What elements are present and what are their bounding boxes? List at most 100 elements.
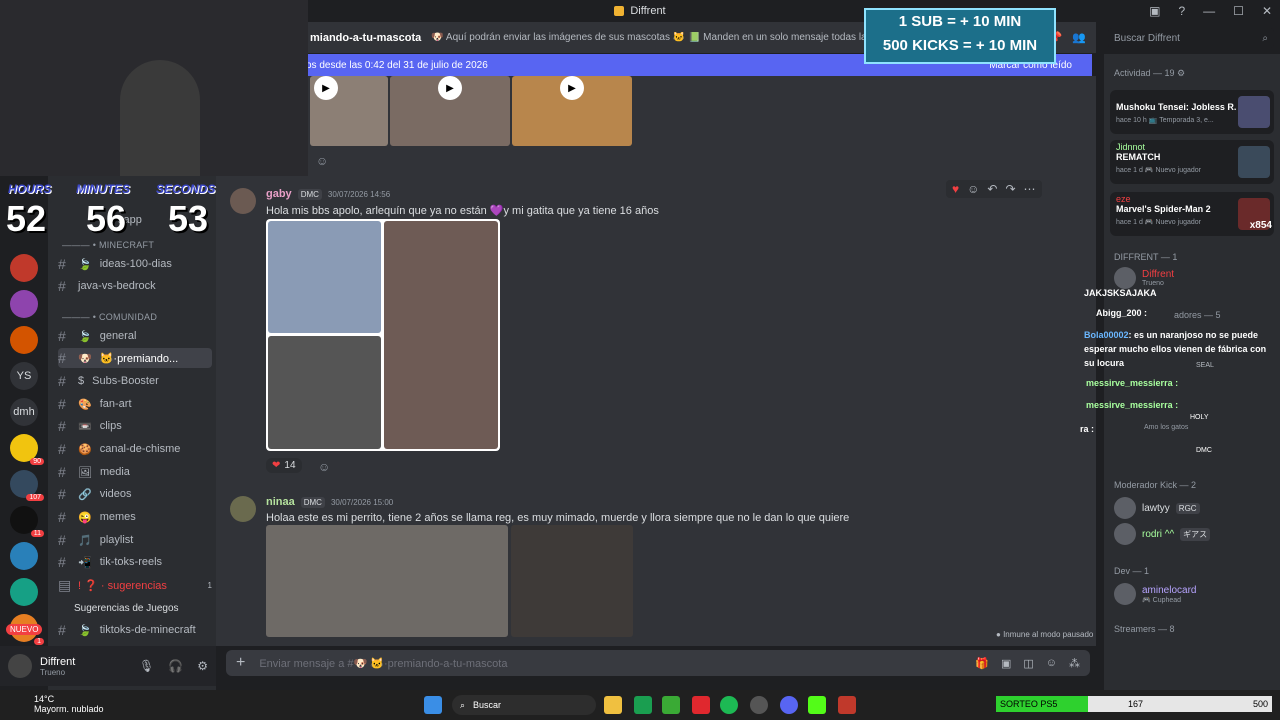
- guild-tag[interactable]: DMC: [297, 188, 322, 200]
- attachment-image[interactable]: [266, 525, 508, 637]
- emoji-icon[interactable]: ☺: [1046, 657, 1057, 670]
- gif-icon[interactable]: ▣: [1001, 657, 1011, 670]
- weather-widget[interactable]: 14°C Mayorm. nublado: [34, 694, 104, 714]
- message-text: Holaa este es mi perrito, tiene 2 años s…: [266, 512, 850, 524]
- message-author[interactable]: gaby: [266, 188, 292, 200]
- play-icon[interactable]: ▶: [314, 76, 338, 100]
- more-icon[interactable]: ⋯: [1024, 182, 1036, 196]
- activity-card[interactable]: Jidnnot REMATCH hace 1 d 🎮 Nuevo jugador: [1110, 140, 1274, 184]
- member-item[interactable]: rodri ^^ ギアス: [1114, 522, 1211, 546]
- add-reaction-icon[interactable]: ☺: [316, 154, 328, 168]
- channel-subs-booster[interactable]: # $ Subs-Booster: [58, 371, 212, 391]
- server-icon[interactable]: [10, 542, 38, 570]
- channel-topic[interactable]: 🐶 Aquí podrán enviar las imágenes de sus…: [431, 32, 931, 43]
- heart-reaction-icon[interactable]: ♥: [952, 182, 959, 196]
- app-icon[interactable]: [750, 696, 768, 714]
- activity-image: [1238, 146, 1270, 178]
- category-minecraft[interactable]: ——— • MINECRAFT: [62, 240, 154, 250]
- avatar: [1114, 267, 1136, 289]
- channel-name: miando-a-tu-mascota: [310, 31, 422, 44]
- add-reaction-icon[interactable]: ☺: [318, 460, 330, 474]
- headphones-icon[interactable]: 🎧: [168, 659, 183, 673]
- user-info[interactable]: Diffrent Trueno: [40, 656, 75, 677]
- video-thumbnail[interactable]: ▶: [310, 76, 388, 146]
- microphone-icon[interactable]: 🎙: [139, 659, 154, 673]
- minimize-button[interactable]: —: [1203, 4, 1215, 18]
- app-icon[interactable]: [838, 696, 856, 714]
- spotify-icon[interactable]: [720, 696, 738, 714]
- reaction-chip[interactable]: ❤ 14: [266, 458, 302, 473]
- maximize-button[interactable]: ☐: [1233, 4, 1244, 18]
- chrome-icon[interactable]: [634, 696, 652, 714]
- guild-tag[interactable]: DMC: [300, 496, 325, 508]
- server-icon[interactable]: [10, 254, 38, 282]
- close-button[interactable]: ✕: [1262, 4, 1272, 18]
- folder-icon[interactable]: [604, 696, 622, 714]
- server-icon[interactable]: [10, 326, 38, 354]
- video-thumbnail[interactable]: ▶: [390, 76, 510, 146]
- channel-playlist[interactable]: # 🎵 playlist: [58, 530, 212, 550]
- forum-sugerencias[interactable]: ▤! ❓ · sugerencias 1: [58, 575, 212, 595]
- forward-icon[interactable]: ↷: [1005, 182, 1015, 196]
- kick-icon[interactable]: [808, 696, 826, 714]
- attachment-image[interactable]: [511, 525, 633, 637]
- paused-note: ● Inmune al modo pausado: [996, 630, 1094, 639]
- category-comunidad[interactable]: ——— • COMUNIDAD: [62, 312, 157, 322]
- member-item[interactable]: Diffrent Trueno: [1114, 266, 1174, 290]
- start-icon[interactable]: [424, 696, 442, 714]
- taskbar-search[interactable]: ⌕ Buscar: [452, 695, 596, 715]
- attachment-image[interactable]: [384, 221, 498, 449]
- channel-videos[interactable]: # 🔗 videos: [58, 484, 212, 504]
- avatar[interactable]: [230, 496, 256, 522]
- server-icon[interactable]: [10, 290, 38, 318]
- activity-card[interactable]: Mushoku Tensei: Jobless R... hace 10 h 📺…: [1110, 90, 1274, 134]
- activity-card[interactable]: eze Marvel's Spider-Man 2 hace 1 d 🎮 Nue…: [1110, 192, 1274, 236]
- server-icon[interactable]: 107: [10, 470, 44, 501]
- avatar[interactable]: [230, 188, 256, 214]
- video-thumbnail[interactable]: ▶: [512, 76, 632, 146]
- attachment-image[interactable]: [268, 221, 381, 333]
- thread-sugerencias-de-juegos[interactable]: Sugerencias de Juegos: [74, 598, 212, 618]
- channel-ideas-100-dias[interactable]: # 🍃 ideas-100-dias: [58, 254, 212, 274]
- message-input[interactable]: + Enviar mensaje a #🐶 🐱·premiando-a-tu-m…: [226, 650, 1090, 676]
- webcam-overlay: [0, 0, 308, 176]
- add-attachment-icon[interactable]: +: [236, 654, 245, 672]
- member-item[interactable]: aminelocard 🎮 Cuphead: [1114, 582, 1196, 606]
- member-item[interactable]: lawtyy RGC: [1114, 496, 1200, 520]
- channel-premiando[interactable]: # 🐶 🐱·premiando...: [58, 348, 212, 368]
- server-icon[interactable]: [10, 578, 38, 606]
- gift-icon[interactable]: 🎁: [975, 657, 989, 670]
- channel-clips[interactable]: # 📼 clips: [58, 416, 212, 436]
- help-icon[interactable]: ?: [1178, 4, 1185, 18]
- server-icon[interactable]: 90: [10, 434, 44, 465]
- channel-media[interactable]: # 🖼 media: [58, 462, 212, 482]
- server-icon[interactable]: dmh: [10, 398, 38, 426]
- channel-canal-de-chisme[interactable]: # 🍪 canal-de-chisme: [58, 439, 212, 459]
- server-icon[interactable]: YS: [10, 362, 38, 390]
- channel-tik-toks-reels[interactable]: # 📲 tik-toks-reels: [58, 552, 212, 572]
- channel-memes[interactable]: # 😜 memes: [58, 507, 212, 527]
- inbox-icon[interactable]: ▣: [1149, 4, 1160, 18]
- channel-tiktoks-de-minecraft[interactable]: # 🍃 tiktoks-de-minecraft: [58, 620, 212, 640]
- channel-fan-art[interactable]: # 🎨 fan-art: [58, 394, 212, 414]
- message-author[interactable]: ninaa: [266, 496, 295, 508]
- avatar[interactable]: [8, 654, 32, 678]
- discord-icon[interactable]: [780, 696, 798, 714]
- apps-icon[interactable]: ⁂: [1069, 657, 1080, 670]
- channel-java-vs-bedrock[interactable]: # java-vs-bedrock: [58, 276, 212, 296]
- sticker-icon[interactable]: ◫: [1023, 657, 1033, 670]
- channel-general[interactable]: # 🍃 general: [58, 326, 212, 346]
- minecraft-icon[interactable]: [662, 696, 680, 714]
- reply-icon[interactable]: ↶: [987, 182, 997, 196]
- timestamp: 30/07/2026 15:00: [330, 497, 394, 507]
- emoji-icon[interactable]: ☺: [967, 182, 979, 196]
- search-input[interactable]: Buscar Diffrent ⌕: [1108, 28, 1274, 48]
- stream-timer: HOURS MINUTES SECONDS 52 56 53: [6, 182, 216, 239]
- play-icon[interactable]: ▶: [560, 76, 584, 100]
- attachment-image[interactable]: [268, 336, 381, 449]
- settings-icon[interactable]: ⚙: [197, 659, 208, 673]
- members-icon[interactable]: 👥: [1072, 31, 1086, 44]
- opera-icon[interactable]: [692, 696, 710, 714]
- server-icon[interactable]: 11: [10, 506, 44, 537]
- play-icon[interactable]: ▶: [438, 76, 462, 100]
